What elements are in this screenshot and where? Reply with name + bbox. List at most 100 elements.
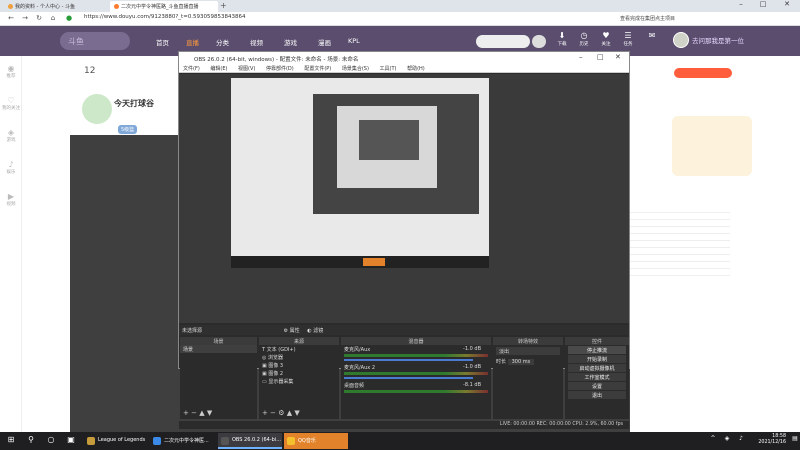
forward-icon[interactable]: → xyxy=(20,14,30,22)
source-item[interactable]: ◎ 浏览器 xyxy=(259,353,339,361)
transitions-header: 转场特效 xyxy=(493,337,563,345)
menu-docks[interactable]: 停靠部件(D) xyxy=(266,66,294,72)
remove-icon[interactable]: − xyxy=(270,409,276,417)
url-field[interactable]: https://www.douyu.com/9123880?_t=0.59305… xyxy=(84,14,584,24)
duration-input[interactable]: 300 ms xyxy=(507,359,535,365)
studio-mode-button[interactable]: 工作室模式 xyxy=(568,373,626,381)
home-icon[interactable]: ⌂ xyxy=(48,14,58,22)
up-icon[interactable]: ▲ xyxy=(199,409,204,417)
taskbar-app-league[interactable]: League of Legends xyxy=(84,433,148,449)
sidebar-item-game[interactable]: ◈ 游戏 xyxy=(0,128,22,143)
user-name[interactable]: 去问那我是第一位 xyxy=(692,35,744,45)
sidebar-item-ent[interactable]: ♪ 娱乐 xyxy=(0,160,22,175)
browser-tab-bar: 我的资料 - 个人中心 - 斗鱼 二次元中学令神医路_斗鱼直播直播 + – □ … xyxy=(0,0,800,12)
volume-slider[interactable] xyxy=(344,377,473,379)
right-panel xyxy=(630,56,800,432)
menu-edit[interactable]: 编辑(E) xyxy=(210,66,227,72)
nav-home[interactable]: 首页 xyxy=(156,37,169,47)
scene-item[interactable]: 场景 xyxy=(180,345,257,353)
nav-game[interactable]: 游戏 xyxy=(284,37,297,47)
exit-button[interactable]: 退出 xyxy=(568,391,626,399)
search-icon[interactable]: ⚲ xyxy=(24,435,38,447)
down-icon[interactable]: ▼ xyxy=(294,409,299,417)
menu-help[interactable]: 帮助(H) xyxy=(407,66,425,72)
gear-icon[interactable]: ⚙ xyxy=(278,409,284,417)
mixer-channel-desktop: 桌面音频 -8.1 dB xyxy=(344,382,481,389)
nav-video[interactable]: 视频 xyxy=(250,37,263,47)
up-icon[interactable]: ▲ xyxy=(287,409,292,417)
menu-scene-collection[interactable]: 场景集合(S) xyxy=(342,66,369,72)
notification-icon[interactable]: ▤ xyxy=(788,435,800,447)
remove-icon[interactable]: − xyxy=(191,409,197,417)
nested-screen-inner xyxy=(337,106,437,188)
settings-button[interactable]: 设置 xyxy=(568,382,626,390)
menu-profile[interactable]: 配置文件(P) xyxy=(304,66,331,72)
source-item[interactable]: ▣ 图像 3 xyxy=(259,361,339,369)
add-icon[interactable]: + xyxy=(262,409,268,417)
avatar[interactable] xyxy=(673,32,689,48)
download-icon[interactable]: ⬇ 下载 xyxy=(552,31,572,47)
down-icon[interactable]: ▼ xyxy=(207,409,212,417)
network-icon[interactable]: ◈ xyxy=(720,435,734,447)
menu-tools[interactable]: 工具(T) xyxy=(380,66,397,72)
new-tab-button[interactable]: + xyxy=(220,1,227,10)
close-icon[interactable]: ✕ xyxy=(776,0,798,12)
minimize-icon[interactable]: – xyxy=(579,53,583,61)
address-hint: 查看完成在集团点主项目 xyxy=(620,16,676,22)
history-icon[interactable]: ◷ 历史 xyxy=(574,31,594,47)
left-sidebar: ◉ 推荐 ♡ 我的关注 ◈ 游戏 ♪ 娱乐 ▶ 视频 xyxy=(0,56,22,432)
start-recording-button[interactable]: 开始录制 xyxy=(568,355,626,363)
maximize-icon[interactable]: □ xyxy=(752,0,774,12)
back-icon[interactable]: ← xyxy=(6,14,16,22)
nested-screen xyxy=(313,94,479,214)
tray-arrow-icon[interactable]: ^ xyxy=(706,435,720,447)
streamer-avatar[interactable] xyxy=(82,94,112,124)
menu-file[interactable]: 文件(F) xyxy=(183,66,200,72)
tab-live-room[interactable]: 二次元中学令神医路_斗鱼直播直播 xyxy=(110,1,218,12)
task-view-icon[interactable]: ▣ xyxy=(64,435,78,447)
sidebar-item-video[interactable]: ▶ 视频 xyxy=(0,192,22,207)
follow-icon[interactable]: ♥ 关注 xyxy=(596,31,616,47)
windows-start-icon[interactable]: ⊞ xyxy=(4,435,18,447)
source-toolbar: + − ⚙ ▲ ▼ xyxy=(259,409,339,419)
qq-music-icon xyxy=(287,437,295,445)
nav-live[interactable]: 直播 xyxy=(186,37,199,47)
minimize-icon[interactable]: – xyxy=(730,0,752,12)
menu-view[interactable]: 视图(V) xyxy=(238,66,255,72)
obs-preview[interactable] xyxy=(179,74,629,323)
nav-kpl[interactable]: KPL xyxy=(348,37,360,45)
add-icon[interactable]: + xyxy=(183,409,189,417)
source-item[interactable]: ▭ 显示器采集 xyxy=(259,377,339,385)
gift-button[interactable] xyxy=(674,68,732,78)
search-icon[interactable] xyxy=(532,35,546,48)
site-search-input[interactable] xyxy=(476,35,530,48)
refresh-icon[interactable]: ↻ xyxy=(34,14,44,22)
virtual-camera-button[interactable]: 启动虚拟摄像机 xyxy=(568,364,626,372)
taskbar-app-qqmusic[interactable]: QQ音乐 xyxy=(284,433,348,449)
message-icon[interactable]: ✉ xyxy=(642,31,662,41)
nav-category[interactable]: 分类 xyxy=(216,37,229,47)
online-count: 12 xyxy=(84,66,96,76)
stop-streaming-button[interactable]: 停止推流 xyxy=(568,346,626,354)
cortana-icon[interactable]: ○ xyxy=(44,435,58,447)
close-icon[interactable]: ✕ xyxy=(615,53,621,61)
tab-profile[interactable]: 我的资料 - 个人中心 - 斗鱼 xyxy=(4,1,106,12)
filters-icon[interactable]: ◐ 滤镜 xyxy=(307,328,323,334)
obs-window: OBS 26.0.2 (64-bit, windows) - 配置文件: 未命名… xyxy=(178,51,630,429)
source-item[interactable]: ▣ 图像 2 xyxy=(259,369,339,377)
volume-slider[interactable] xyxy=(344,359,473,361)
douyu-logo[interactable]: 斗鱼 xyxy=(60,32,130,50)
task-icon[interactable]: ☰ 任务 xyxy=(618,31,638,47)
source-item[interactable]: T 文本 (GDI+) xyxy=(259,345,339,353)
nav-comic[interactable]: 漫画 xyxy=(318,37,331,47)
taskbar-app-browser[interactable]: 二次元中学令神医... xyxy=(150,433,216,449)
properties-gear-icon[interactable]: ⚙ 属性 xyxy=(284,328,300,334)
taskbar-app-obs[interactable]: OBS 26.0.2 (64-bi... xyxy=(218,433,282,449)
maximize-icon[interactable]: □ xyxy=(597,53,604,61)
sidebar-item-recommend[interactable]: ◉ 推荐 xyxy=(0,64,22,79)
volume-icon[interactable]: ♪ xyxy=(734,435,748,447)
system-clock[interactable]: 18:58 2021/12/16 xyxy=(758,434,786,446)
sidebar-item-following[interactable]: ♡ 我的关注 xyxy=(0,96,22,111)
transition-select[interactable]: 淡出 xyxy=(496,347,560,355)
douyu-favicon-icon xyxy=(114,4,119,9)
